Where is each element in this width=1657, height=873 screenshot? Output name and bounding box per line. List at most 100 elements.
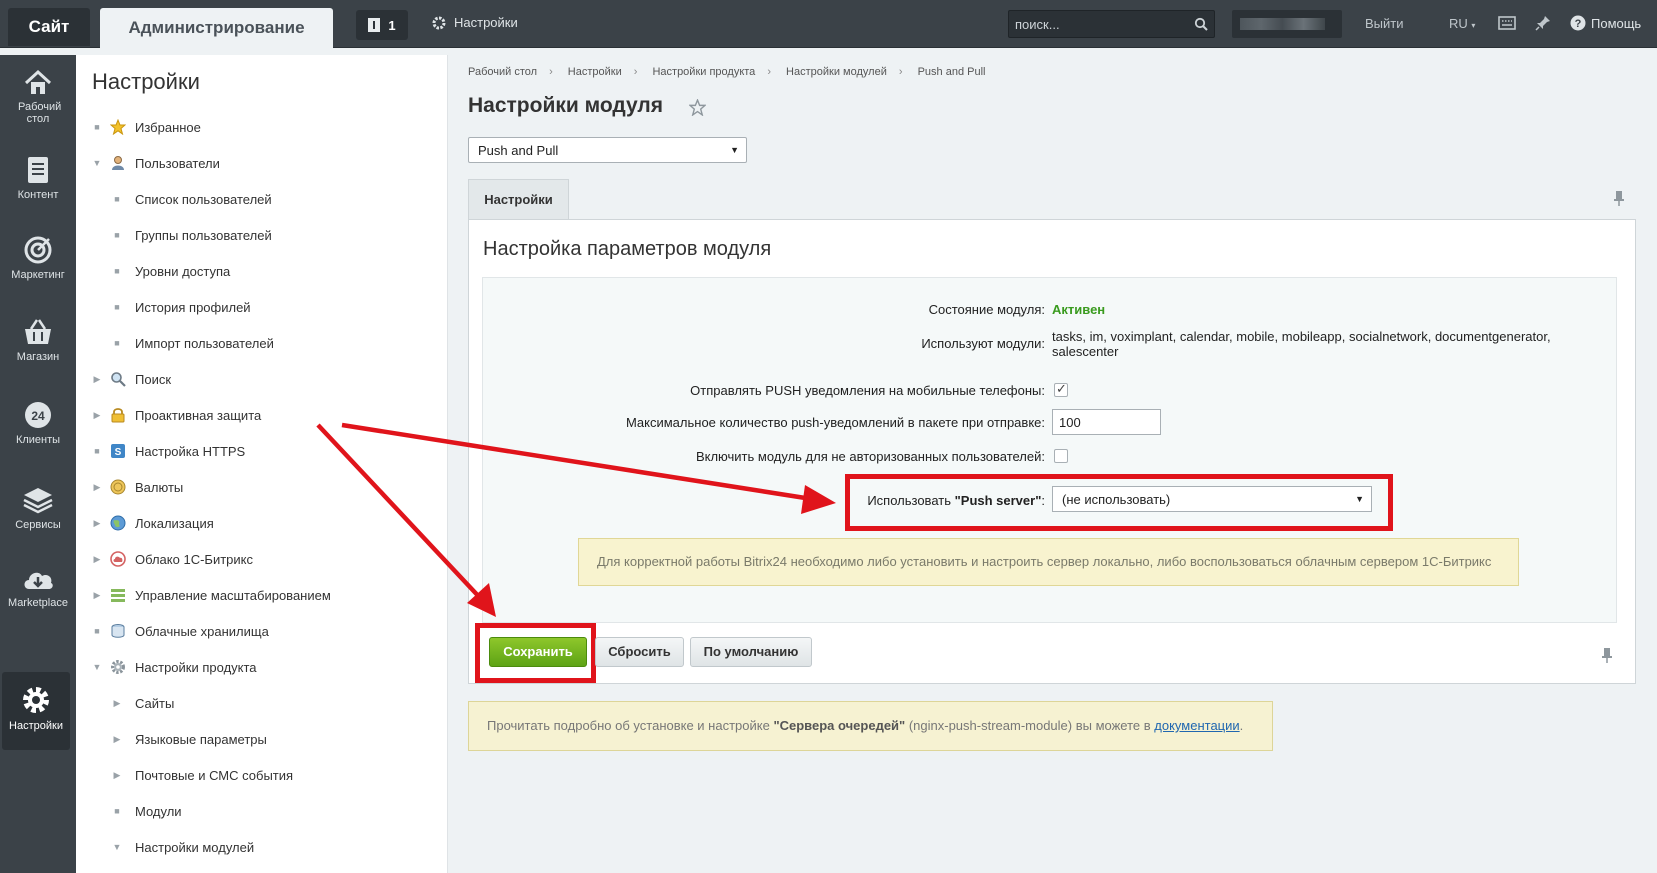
sidebar-item-label: Уровни доступа <box>135 263 231 279</box>
search-input[interactable]: поиск... <box>1008 10 1215 38</box>
notifications-button[interactable]: 1 <box>356 10 408 40</box>
chevron-right-icon: ▶ <box>93 373 101 384</box>
admin-tab[interactable]: Администрирование <box>100 8 333 48</box>
menu-services[interactable]: Сервисы <box>0 485 76 531</box>
breadcrumb-item[interactable]: Настройки модулей <box>786 66 887 78</box>
page-title: Настройки модуля <box>468 94 664 117</box>
sidebar-item-label: Сайты <box>135 695 175 711</box>
menu-settings[interactable]: Настройки <box>2 672 70 750</box>
breadcrumb-item: Push and Pull <box>917 66 986 78</box>
chevron-down-icon: ▾ <box>1471 21 1476 30</box>
settings-link[interactable]: Настройки <box>432 15 518 30</box>
keyboard-icon[interactable] <box>1498 15 1516 31</box>
breadcrumb-separator: › <box>898 66 903 78</box>
chevron-right-icon: ▶ <box>113 769 121 780</box>
sidebar-item-label: Проактивная защита <box>135 407 262 423</box>
sidebar-item-label: Избранное <box>135 119 201 135</box>
chevron-right-icon: ▶ <box>113 733 121 744</box>
info-text-middle: (nginx-push-stream-module) вы можете в <box>905 718 1155 733</box>
sidebar-item-label: Импорт пользователей <box>135 335 274 351</box>
star-icon[interactable] <box>689 99 706 116</box>
search-icon[interactable] <box>1194 17 1208 31</box>
pin-icon[interactable] <box>1601 647 1613 663</box>
help-link[interactable]: ? Помощь <box>1570 15 1641 31</box>
sidebar-item-label: Управление масштабированием <box>135 587 331 603</box>
bullet-icon: ■ <box>94 626 100 636</box>
top-bar: Сайт Администрирование 1 Настройки поиск… <box>0 0 1657 48</box>
info-text-suffix: . <box>1239 718 1244 733</box>
breadcrumb-separator: › <box>767 66 771 78</box>
language-label: RU <box>1449 16 1468 31</box>
menu-label: Marketplace <box>8 597 68 609</box>
used-modules-label: Используют модули: <box>921 336 1045 351</box>
push-server-select[interactable]: (не использовать) ▼ <box>1052 486 1372 512</box>
module-select-value: Push and Pull <box>478 143 559 158</box>
sidebar-item-label: Валюты <box>135 479 184 495</box>
documentation-link[interactable]: документации <box>1154 718 1239 733</box>
module-state-value: Активен <box>1052 302 1106 317</box>
svg-text:S: S <box>115 447 122 458</box>
chevron-down-icon: ▼ <box>92 158 102 168</box>
star-icon <box>110 119 126 135</box>
breadcrumb-item[interactable]: Настройки продукта <box>652 66 755 78</box>
menu-label: Сервисы <box>15 519 61 531</box>
menu-marketplace[interactable]: Marketplace <box>0 565 76 609</box>
push-server-label: Использовать "Push server": <box>867 493 1045 508</box>
layers-icon <box>23 488 53 514</box>
save-button[interactable]: Сохранить <box>489 637 587 667</box>
sidebar-item-label: Облачные хранилища <box>135 623 269 639</box>
menu-shop[interactable]: Магазин <box>0 317 76 363</box>
notification-count: 1 <box>388 17 396 33</box>
menu-desktop[interactable]: Рабочий стол <box>0 69 76 125</box>
storage-icon <box>111 624 125 638</box>
bullet-icon: ■ <box>94 446 100 456</box>
svg-text:?: ? <box>1575 18 1582 30</box>
tab-settings[interactable]: Настройки <box>468 179 569 219</box>
menu-label: Настройки <box>9 720 63 732</box>
globe-icon <box>110 515 126 531</box>
cloud-icon <box>110 551 126 567</box>
menu-marketing[interactable]: Маркетинг <box>0 235 76 281</box>
pin-icon[interactable] <box>1535 15 1551 31</box>
lock-icon <box>111 408 125 423</box>
chevron-right-icon: ▶ <box>113 697 121 708</box>
sidebar-item-label: Модули <box>135 803 182 819</box>
max-push-label: Максимальное количество push-уведомлений… <box>625 415 1045 430</box>
sidebar-item-label: Языковые параметры <box>135 731 267 747</box>
scale-icon <box>111 589 125 602</box>
search-icon <box>111 372 126 387</box>
menu-clients[interactable]: 24 Клиенты <box>0 400 76 446</box>
max-push-input[interactable]: 100 <box>1052 409 1161 435</box>
settings-label: Настройки <box>454 15 518 30</box>
pin-icon[interactable] <box>1613 190 1625 206</box>
bullet-icon: ■ <box>114 266 120 276</box>
https-icon: S <box>111 444 125 458</box>
sidebar-item-label: Список пользователей <box>135 191 272 207</box>
reset-button[interactable]: Сбросить <box>595 637 684 667</box>
guest-enable-label: Включить модуль для не авторизованных по… <box>695 449 1045 464</box>
push-mobile-checkbox[interactable] <box>1054 381 1068 397</box>
logout-link[interactable]: Выйти <box>1365 16 1404 31</box>
user-profile-button[interactable] <box>1232 10 1342 38</box>
chevron-down-icon: ▼ <box>92 662 102 672</box>
breadcrumb-item[interactable]: Настройки <box>568 66 622 78</box>
push-server-label-suffix: : <box>1041 493 1045 508</box>
guest-enable-checkbox[interactable] <box>1054 449 1068 463</box>
sidebar-item-label: Настройка HTTPS <box>135 443 246 459</box>
panel-title: Настройка параметров модуля <box>483 238 772 260</box>
menu-content[interactable]: Контент <box>0 155 76 201</box>
coin-icon <box>110 479 126 495</box>
default-button[interactable]: По умолчанию <box>690 637 812 667</box>
breadcrumb: Рабочий стол › Настройки › Настройки проду… <box>468 66 991 78</box>
site-tab[interactable]: Сайт <box>8 8 90 46</box>
breadcrumb-separator: › <box>549 66 553 78</box>
user-icon <box>112 156 124 170</box>
breadcrumb-item[interactable]: Рабочий стол <box>468 66 537 78</box>
module-select[interactable]: Push and Pull ▼ <box>468 137 747 163</box>
language-selector[interactable]: RU ▾ <box>1449 16 1475 31</box>
chevron-down-icon: ▼ <box>1355 494 1364 504</box>
chevron-right-icon: ▶ <box>93 517 101 528</box>
main-menu-bar: Рабочий стол Контент Маркетинг Магазин 2… <box>0 55 76 873</box>
push-server-select-value: (не использовать) <box>1062 492 1171 507</box>
chevron-right-icon: ▶ <box>93 481 101 492</box>
